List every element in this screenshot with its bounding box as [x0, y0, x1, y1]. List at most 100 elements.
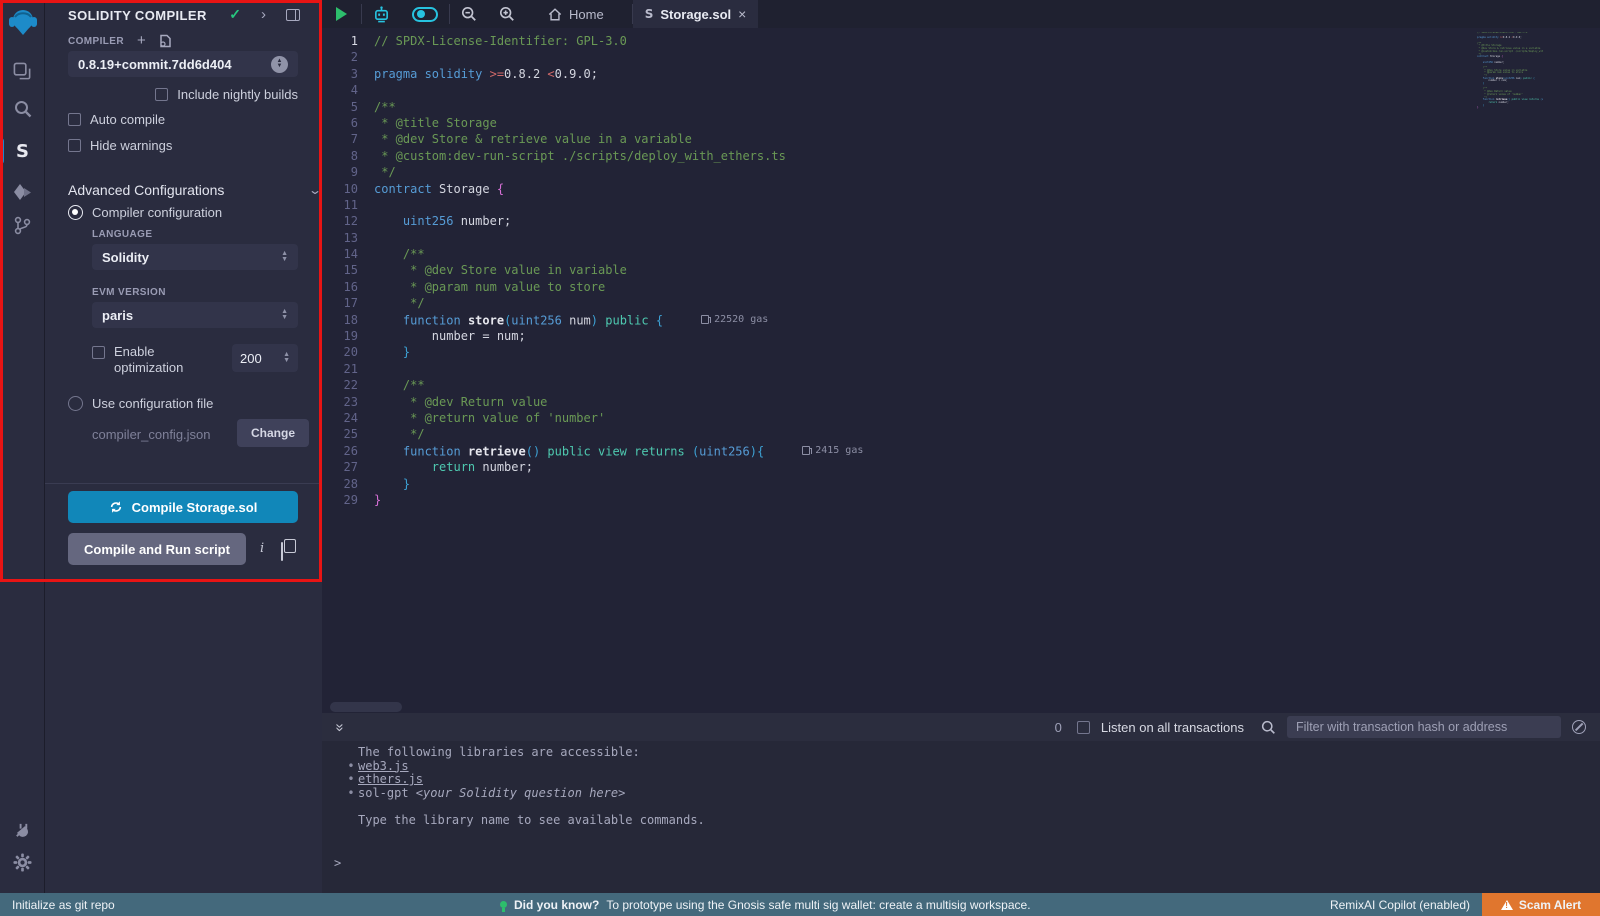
tab-storage-sol[interactable]: S Storage.sol ×	[633, 0, 759, 28]
code-line[interactable]: 21	[322, 361, 863, 377]
code-line[interactable]: 8 * @custom:dev-run-script ./scripts/dep…	[322, 148, 863, 164]
evm-version-select[interactable]: paris ▲▼	[92, 302, 298, 328]
code-line[interactable]: 14 /**	[322, 246, 863, 262]
code-line[interactable]: 26 function retrieve() public view retur…	[322, 443, 863, 459]
enable-optimization-checkbox[interactable]	[92, 346, 105, 359]
change-config-button[interactable]: Change	[237, 419, 309, 447]
advanced-configurations-toggle[interactable]: Advanced Configurations ⌄	[68, 182, 320, 198]
panel-layout-icon[interactable]	[286, 9, 300, 21]
git-init-status[interactable]: Initialize as git repo	[12, 898, 115, 912]
toggle-on-icon	[412, 7, 438, 22]
auto-compile-label: Auto compile	[90, 112, 165, 127]
code-line[interactable]: 3pragma solidity >=0.8.2 <0.9.0;	[322, 66, 863, 82]
line-number: 11	[322, 197, 374, 213]
ai-copilot-button[interactable]	[362, 0, 401, 28]
line-number: 6	[322, 115, 374, 131]
open-compiler-file-icon[interactable]	[159, 34, 172, 48]
add-compiler-icon[interactable]: +	[137, 35, 146, 47]
compile-and-run-button[interactable]: Compile and Run script	[68, 533, 246, 565]
terminal-collapse-icon[interactable]: »	[332, 723, 349, 731]
terminal-search-icon[interactable]	[1261, 720, 1276, 735]
sidebar-item-solidity-compiler[interactable]: S	[0, 134, 45, 168]
code-lines: 1// SPDX-License-Identifier: GPL-3.023pr…	[322, 33, 863, 508]
code-line[interactable]: 5/**	[322, 99, 863, 115]
code-line[interactable]: 16 * @param num value to store	[322, 279, 863, 295]
copilot-toggle[interactable]	[401, 0, 449, 28]
sidebar-item-plugin-manager[interactable]	[0, 813, 45, 847]
code-line[interactable]: 10contract Storage {	[322, 181, 863, 197]
code-line[interactable]: 12 uint256 number;	[322, 213, 863, 229]
file-explorer-icon	[13, 62, 32, 81]
line-content: uint256 number;	[374, 213, 511, 229]
code-line[interactable]: 25 */	[322, 426, 863, 442]
code-line[interactable]: 19 number = num;	[322, 328, 863, 344]
code-line[interactable]: 24 * @return value of 'number'	[322, 410, 863, 426]
line-content: }	[374, 344, 410, 360]
zoom-out-button[interactable]	[450, 0, 488, 28]
line-number: 4	[322, 82, 374, 98]
compile-button[interactable]: Compile Storage.sol	[68, 491, 298, 523]
scam-alert-label: Scam Alert	[1519, 898, 1581, 912]
include-nightly-label: Include nightly builds	[177, 87, 298, 102]
listen-transactions-checkbox[interactable]	[1077, 721, 1090, 734]
include-nightly-checkbox[interactable]	[155, 88, 168, 101]
scam-alert-button[interactable]: Scam Alert	[1482, 893, 1600, 916]
terminal-body[interactable]: The following libraries are accessible: …	[322, 741, 1600, 893]
code-line[interactable]: 27 return number;	[322, 459, 863, 475]
line-number: 17	[322, 295, 374, 311]
code-line[interactable]: 29}	[322, 492, 863, 508]
remix-logo[interactable]	[0, 5, 45, 39]
ethers-link[interactable]: ethers.js	[358, 772, 423, 786]
code-line[interactable]: 13	[322, 230, 863, 246]
info-icon[interactable]: i	[260, 541, 264, 556]
line-number: 10	[322, 181, 374, 197]
editor-toolbar-tabbar: Home S Storage.sol ×	[322, 0, 1600, 28]
minimap-line: * @custom:dev-run-script ./scripts/deplo…	[1477, 51, 1543, 54]
code-line[interactable]: 28 }	[322, 476, 863, 492]
run-script-button[interactable]	[322, 0, 361, 28]
horizontal-scrollbar[interactable]	[330, 702, 402, 712]
transaction-filter-input[interactable]	[1287, 716, 1561, 738]
zoom-out-icon	[461, 6, 477, 22]
auto-compile-checkbox[interactable]	[68, 113, 81, 126]
language-select[interactable]: Solidity ▲▼	[92, 244, 298, 270]
code-editor[interactable]: 1// SPDX-License-Identifier: GPL-3.023pr…	[322, 28, 1600, 713]
compiler-configuration-radio[interactable]	[68, 205, 83, 220]
did-you-know-tip: Did you know? To prototype using the Gno…	[500, 898, 1031, 912]
code-line[interactable]: 4	[322, 82, 863, 98]
hide-warnings-checkbox[interactable]	[68, 139, 81, 152]
code-line[interactable]: 11	[322, 197, 863, 213]
close-tab-icon[interactable]: ×	[738, 6, 746, 22]
code-line[interactable]: 17 */	[322, 295, 863, 311]
line-number: 23	[322, 394, 374, 410]
panel-collapse-icon[interactable]: ›	[261, 6, 266, 23]
code-line[interactable]: 22 /**	[322, 377, 863, 393]
sidebar-item-settings[interactable]	[0, 845, 45, 879]
code-line[interactable]: 20 }	[322, 344, 863, 360]
compiler-version-select[interactable]: 0.8.19+commit.7dd6d404 ▲▼	[68, 51, 298, 77]
sidebar-item-deploy-run[interactable]	[0, 176, 45, 210]
code-line[interactable]: 1// SPDX-License-Identifier: GPL-3.0	[322, 33, 863, 49]
sidebar-item-search[interactable]	[0, 92, 45, 126]
code-line[interactable]: 9 */	[322, 164, 863, 180]
sidebar-item-git[interactable]	[0, 208, 45, 242]
code-line[interactable]: 7 * @dev Store & retrieve value in a var…	[322, 131, 863, 147]
code-line[interactable]: 18 function store(uint256 num) public {2…	[322, 312, 863, 328]
code-line[interactable]: 15 * @dev Store value in variable	[322, 262, 863, 278]
code-line[interactable]: 6 * @title Storage	[322, 115, 863, 131]
sidebar-item-file-explorer[interactable]	[0, 54, 45, 88]
solidity-compiler-panel: SOLIDITY COMPILER ✓ › COMPILER + 0.8.19+…	[45, 0, 322, 893]
web3-link[interactable]: web3.js	[358, 759, 409, 773]
tab-home[interactable]: Home	[536, 0, 616, 28]
code-line[interactable]: 23 * @dev Return value	[322, 394, 863, 410]
optimization-runs-input[interactable]: 200 ▲▼	[232, 344, 298, 372]
line-content: }	[374, 476, 410, 492]
line-number: 19	[322, 328, 374, 344]
use-configuration-file-radio[interactable]	[68, 396, 83, 411]
code-line[interactable]: 2	[322, 49, 863, 65]
terminal-prompt[interactable]: >	[334, 856, 341, 870]
copy-icon[interactable]	[281, 542, 283, 561]
editor-minimap[interactable]: // SPDX-License-Identifier: GPL-3.0pragm…	[1477, 32, 1543, 110]
clear-terminal-icon[interactable]	[1572, 720, 1586, 734]
zoom-in-button[interactable]	[488, 0, 526, 28]
